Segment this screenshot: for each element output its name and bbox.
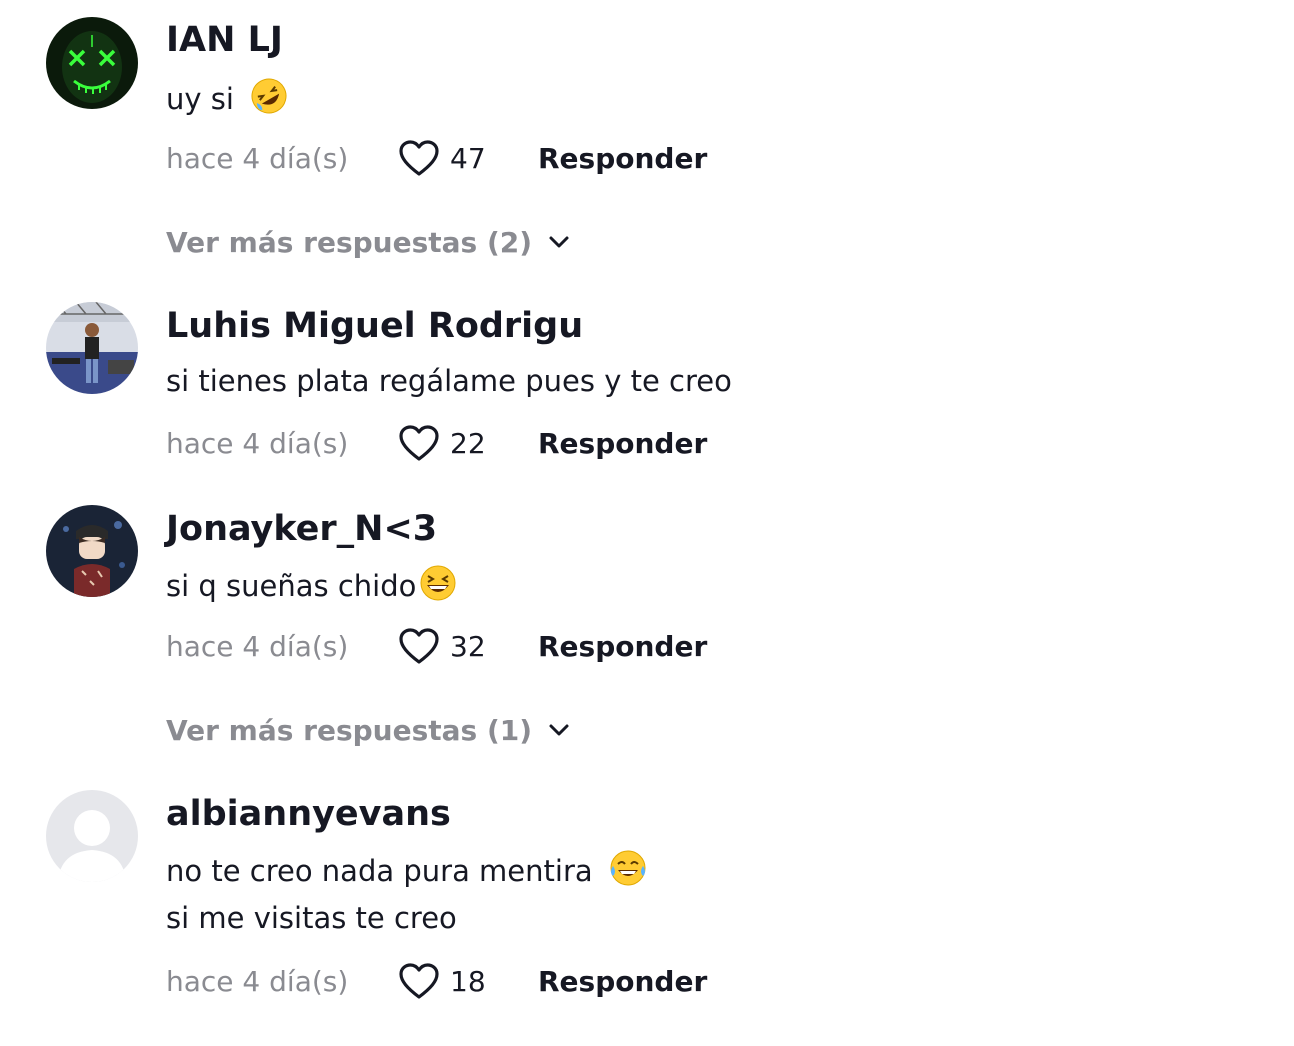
comment-text-line: si tienes plata regálame pues y te creo [166, 364, 732, 398]
avatar[interactable] [46, 505, 138, 597]
like-button[interactable]: 18 [398, 962, 520, 1000]
heart-icon [399, 628, 439, 664]
comment-text-line: no te creo nada pura mentira [166, 854, 593, 888]
timestamp: hace 4 día(s) [166, 426, 349, 460]
heart-icon [399, 140, 439, 176]
face-with-tears-of-joy-icon [608, 848, 648, 898]
like-button[interactable]: 32 [398, 627, 520, 665]
comment-meta: hace 4 día(s) 32 Responder [166, 624, 707, 668]
comment-text: uy si [166, 76, 289, 126]
timestamp: hace 4 día(s) [166, 141, 349, 175]
reply-button[interactable]: Responder [538, 965, 707, 998]
view-more-replies-button[interactable]: Ver más respuestas (2) [166, 222, 570, 262]
reply-button[interactable]: Responder [538, 630, 707, 663]
comment-text-line: si q sueñas chido [166, 569, 417, 603]
heart-icon [399, 425, 439, 461]
comment-text: si q sueñas chido [166, 563, 458, 613]
like-count: 22 [450, 426, 486, 460]
default-avatar-icon [46, 790, 138, 882]
reply-button[interactable]: Responder [538, 142, 707, 175]
chevron-down-icon [549, 236, 569, 248]
username[interactable]: IAN LJ [166, 18, 283, 62]
view-more-replies-button[interactable]: Ver más respuestas (1) [166, 710, 570, 750]
avatar[interactable] [46, 17, 138, 109]
username[interactable]: albiannyevans [166, 792, 451, 836]
mask-avatar-image [46, 17, 138, 109]
view-more-replies-label: Ver más respuestas (1) [166, 713, 533, 747]
comment-text-line: uy si [166, 82, 234, 116]
reply-button[interactable]: Responder [538, 427, 707, 460]
timestamp: hace 4 día(s) [166, 629, 349, 663]
like-count: 32 [450, 629, 486, 663]
username[interactable]: Jonayker_N<3 [166, 507, 437, 551]
grinning-squinting-face-icon [418, 563, 458, 613]
comment-meta: hace 4 día(s) 18 Responder [166, 959, 707, 1003]
comment-text-line: si me visitas te creo [166, 901, 457, 935]
comment-meta: hace 4 día(s) 22 Responder [166, 421, 707, 465]
comment-text: si me visitas te creo [166, 898, 457, 938]
comment-meta: hace 4 día(s) 47 Responder [166, 136, 707, 180]
avatar[interactable] [46, 790, 138, 882]
comment-text: si tienes plata regálame pues y te creo [166, 361, 732, 401]
comment-text: no te creo nada pura mentira [166, 848, 648, 898]
like-button[interactable]: 22 [398, 424, 520, 462]
username[interactable]: Luhis Miguel Rodrigu [166, 304, 583, 348]
stage-photo-avatar-image [46, 302, 138, 394]
like-count: 18 [450, 964, 486, 998]
like-count: 47 [450, 141, 486, 175]
chevron-down-icon [549, 724, 569, 736]
avatar[interactable] [46, 302, 138, 394]
heart-icon [399, 963, 439, 999]
like-button[interactable]: 47 [398, 139, 520, 177]
view-more-replies-label: Ver más respuestas (2) [166, 225, 533, 259]
anime-character-avatar-image [46, 505, 138, 597]
timestamp: hace 4 día(s) [166, 964, 349, 998]
rolling-on-floor-laughing-icon [249, 76, 289, 126]
